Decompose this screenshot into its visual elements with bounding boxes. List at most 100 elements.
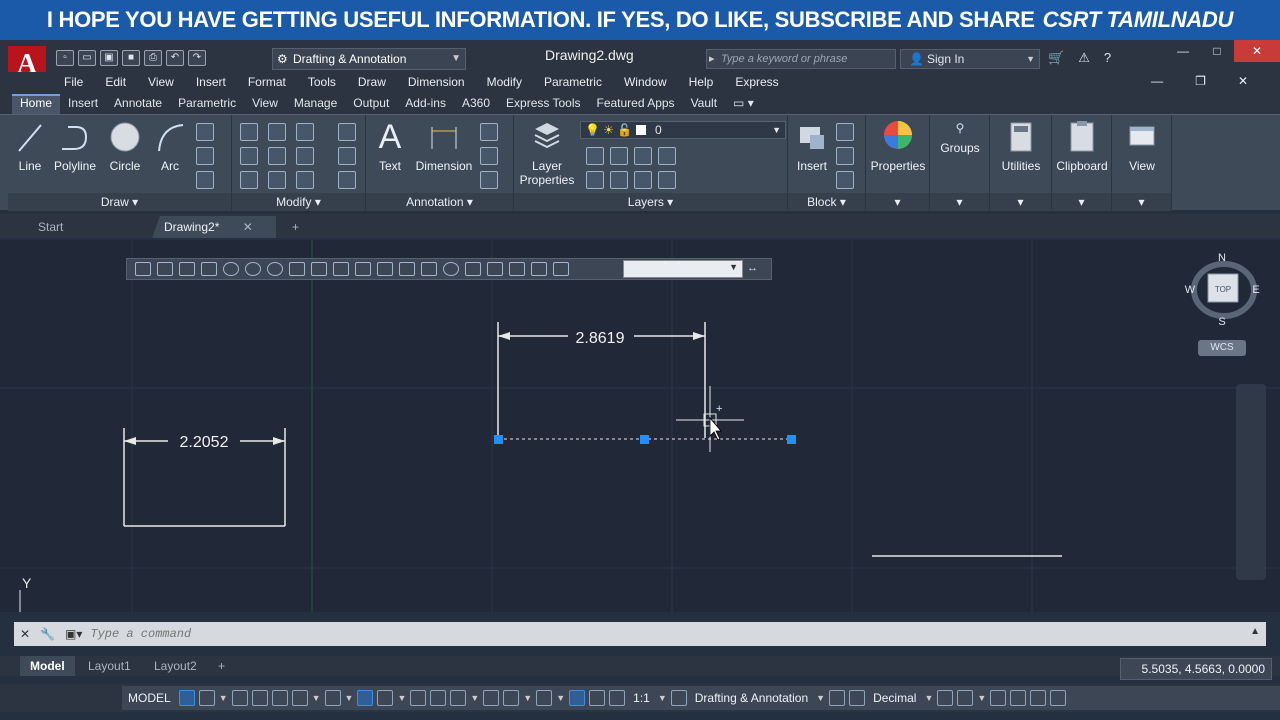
save-icon[interactable]: ■ [122,50,140,66]
selected-line[interactable] [494,435,796,444]
new-file-icon[interactable]: ▫ [56,50,74,66]
move-icon[interactable] [240,123,258,141]
stretch-icon[interactable] [240,171,258,189]
add-layout-button[interactable]: + [208,656,235,676]
tab-addins[interactable]: Add-ins [397,96,454,114]
selection-cycling-icon[interactable] [450,690,467,706]
close-icon[interactable]: ✕ [20,627,30,641]
undo-icon[interactable]: ↶ [166,50,184,66]
create-block-icon[interactable] [836,123,854,141]
tolerance-icon[interactable] [421,262,437,276]
layer-tool-icon[interactable] [586,171,604,189]
chevron-down-icon[interactable]: ▼ [977,693,986,703]
clipboard-expand[interactable]: ▾ [1052,193,1111,211]
infer-constraints-icon[interactable] [231,690,248,706]
ortho-icon[interactable] [271,690,288,706]
chevron-down-icon[interactable]: ▼ [219,693,228,703]
tab-home[interactable]: Home [12,94,61,114]
dim-style-select[interactable]: ▼ [623,260,743,278]
layers-panel-title[interactable]: Layers ▾ [514,193,787,211]
wrench-icon[interactable]: 🔧 [40,627,55,641]
layer-tool-icon[interactable] [634,171,652,189]
save-as-icon[interactable]: ▣ [100,50,118,66]
ribbon-toggle-icon[interactable]: ▭ ▾ [725,96,762,114]
tab-parametric[interactable]: Parametric [170,96,244,114]
transparency-icon[interactable] [430,690,447,706]
isolate-objects-icon[interactable] [990,690,1007,706]
annotation-scale-value[interactable]: 1:1 [633,691,650,705]
array-icon[interactable] [296,171,314,189]
3d-osnap-icon[interactable] [483,690,500,706]
close-icon[interactable]: ✕ [1238,74,1248,88]
gizmo-icon[interactable] [536,690,553,706]
object-snap-icon[interactable] [377,690,394,706]
search-input[interactable]: ▸ Type a keyword or phrase [706,49,896,69]
tab-layout1[interactable]: Layout1 [78,656,141,676]
circle-button[interactable]: Circle [104,119,146,173]
minimize-icon[interactable]: — [1166,40,1200,62]
groups-expand[interactable]: ▾ [930,193,989,211]
break-icon[interactable] [399,262,415,276]
angular-icon[interactable] [289,262,305,276]
ordinate-icon[interactable] [201,262,217,276]
erase-icon[interactable] [338,123,356,141]
viewcube[interactable]: TOP N S W E [1184,252,1264,332]
view-expand[interactable]: ▾ [1112,193,1171,211]
workspace-status[interactable]: Drafting & Annotation [695,691,808,705]
arc-length-icon[interactable] [179,262,195,276]
viewcube-top[interactable]: TOP [1215,285,1231,294]
quick-properties-icon[interactable] [937,690,954,706]
clean-screen-icon[interactable] [1030,690,1047,706]
modify-panel-title[interactable]: Modify ▾ [232,193,365,211]
command-history-icon[interactable]: ▣▾ [65,627,82,641]
offset-icon[interactable] [338,171,356,189]
maximize-icon[interactable]: □ [1200,40,1234,62]
chevron-down-icon[interactable]: ▼ [345,693,354,703]
properties-expand[interactable]: ▾ [866,193,929,211]
layer-tool-icon[interactable] [610,147,628,165]
arc-button[interactable]: Arc [152,119,188,173]
tab-annotate[interactable]: Annotate [106,96,170,114]
tab-insert[interactable]: Insert [60,96,106,114]
jogged-icon[interactable] [245,262,261,276]
dynamic-ucs-icon[interactable] [503,690,520,706]
trim-icon[interactable] [296,123,314,141]
jogged-linear-icon[interactable] [487,262,503,276]
help-icon[interactable]: ? [1104,50,1111,66]
menu-format[interactable]: Format [248,75,286,89]
properties-panel[interactable]: Properties ▾ [866,115,930,211]
coordinates-readout[interactable]: 5.5035, 4.5663, 0.0000 [1120,658,1272,680]
hatch-icon[interactable] [196,147,214,165]
compass-south[interactable]: S [1218,316,1225,328]
chevron-up-icon[interactable]: ▲ [1250,626,1260,637]
auto-scale-icon[interactable] [589,690,606,706]
tab-layout2[interactable]: Layout2 [144,656,207,676]
compass-east[interactable]: E [1252,284,1259,296]
grip-start[interactable] [494,435,503,444]
chevron-down-icon[interactable]: ▼ [523,693,532,703]
chevron-down-icon[interactable]: ▼ [312,693,321,703]
edit-block-icon[interactable] [836,147,854,165]
exchange-icon[interactable]: ⚠ [1078,50,1090,66]
scale-icon[interactable] [268,171,286,189]
isodraft-icon[interactable] [324,690,341,706]
chevron-down-icon[interactable]: ▼ [470,693,479,703]
annotation-scale-icon[interactable] [609,690,626,706]
polar-icon[interactable] [291,690,308,706]
menu-view[interactable]: View [148,75,174,89]
annotation-monitor-icon[interactable] [829,690,846,706]
dimension-button[interactable]: Dimension [412,119,476,173]
space-icon[interactable] [377,262,393,276]
tab-a360[interactable]: A360 [454,96,498,114]
aligned-icon[interactable] [157,262,173,276]
compass-north[interactable]: N [1218,252,1226,264]
new-tab-button[interactable]: + [280,216,311,238]
close-icon[interactable]: ✕ [1234,40,1280,62]
model-space-toggle[interactable]: MODEL [128,691,171,705]
layer-tool-icon[interactable] [658,147,676,165]
restore-icon[interactable]: ❐ [1195,74,1206,88]
layer-tool-icon[interactable] [610,171,628,189]
leader-icon[interactable] [480,147,498,165]
chevron-down-icon[interactable]: ▼ [556,693,565,703]
polyline-button[interactable]: Polyline [48,119,102,173]
